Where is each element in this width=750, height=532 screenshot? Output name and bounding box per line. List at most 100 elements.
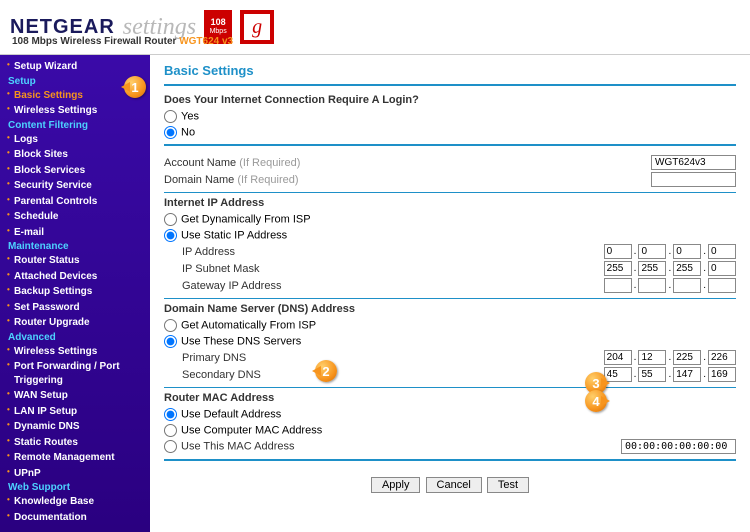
divider [164, 387, 736, 388]
nav-logs[interactable]: Logs [0, 132, 150, 148]
ip-oct-4[interactable] [708, 244, 736, 259]
subnet-oct-2[interactable] [638, 261, 666, 276]
domain-name-input[interactable] [651, 172, 736, 187]
subnet-oct-4[interactable] [708, 261, 736, 276]
pdns-oct-4[interactable] [708, 350, 736, 365]
mac-default-label[interactable]: Use Default Address [164, 408, 281, 421]
header-subtitle: 108 Mbps Wireless Firewall Router WGT624… [12, 36, 233, 47]
step-badge-4: 4 [585, 390, 607, 412]
ip-address-inputs: . . . [604, 244, 736, 259]
subnet-row: IP Subnet Mask . . . [164, 260, 736, 277]
dns-auto-label[interactable]: Get Automatically From ISP [164, 319, 316, 332]
primary-dns-inputs: . . . [604, 350, 736, 365]
g-letter: g [244, 14, 270, 40]
pdns-oct-1[interactable] [604, 350, 632, 365]
account-name-row: Account Name (If Required) [164, 154, 736, 171]
nav-knowledge-base[interactable]: Knowledge Base [0, 494, 150, 510]
nav-dynamic-dns[interactable]: Dynamic DNS [0, 419, 150, 435]
ip-dynamic-label[interactable]: Get Dynamically From ISP [164, 213, 311, 226]
mac-address-input[interactable] [621, 439, 736, 454]
login-yes-row: Yes [164, 108, 736, 124]
nav-set-password[interactable]: Set Password [0, 300, 150, 316]
nav-security-service[interactable]: Security Service [0, 178, 150, 194]
nav-remote-management[interactable]: Remote Management [0, 450, 150, 466]
login-yes-radio[interactable] [164, 110, 177, 123]
divider [164, 298, 736, 299]
button-row: Apply Cancel Test [164, 469, 736, 501]
subnet-inputs: . . . [604, 261, 736, 276]
secondary-dns-inputs: . . . [604, 367, 736, 382]
cancel-button[interactable]: Cancel [426, 477, 482, 493]
mac-computer-radio[interactable] [164, 424, 177, 437]
sdns-oct-3[interactable] [673, 367, 701, 382]
gateway-label: Gateway IP Address [182, 280, 604, 292]
nav-block-sites[interactable]: Block Sites [0, 147, 150, 163]
nav-wireless-settings[interactable]: Wireless Settings [0, 103, 150, 119]
ip-oct-2[interactable] [638, 244, 666, 259]
ip-oct-3[interactable] [673, 244, 701, 259]
mac-default-radio[interactable] [164, 408, 177, 421]
divider [164, 459, 736, 461]
nav-backup-settings[interactable]: Backup Settings [0, 284, 150, 300]
nav-static-routes[interactable]: Static Routes [0, 435, 150, 451]
mac-this-radio[interactable] [164, 440, 177, 453]
sidebar: Setup Wizard Setup Basic Settings Wirele… [0, 55, 150, 532]
nav-router-status[interactable]: Router Status [0, 253, 150, 269]
ip-oct-1[interactable] [604, 244, 632, 259]
dns-auto-radio[interactable] [164, 319, 177, 332]
primary-dns-label: Primary DNS [182, 352, 604, 364]
ip-address-label: IP Address [182, 246, 604, 258]
test-button[interactable]: Test [487, 477, 529, 493]
mac-computer-row: Use Computer MAC Address [164, 422, 736, 438]
mac-computer-label[interactable]: Use Computer MAC Address [164, 424, 322, 437]
nav-schedule[interactable]: Schedule [0, 209, 150, 225]
account-name-input[interactable] [651, 155, 736, 170]
gw-oct-4[interactable] [708, 278, 736, 293]
pdns-oct-3[interactable] [673, 350, 701, 365]
dns-use-radio[interactable] [164, 335, 177, 348]
nav-adv-wireless[interactable]: Wireless Settings [0, 344, 150, 360]
ip-dynamic-radio[interactable] [164, 213, 177, 226]
ip-static-radio[interactable] [164, 229, 177, 242]
mac-this-label[interactable]: Use This MAC Address [164, 440, 621, 453]
login-yes-label[interactable]: Yes [164, 110, 199, 123]
gw-oct-1[interactable] [604, 278, 632, 293]
ip-address-row: IP Address . . . [164, 243, 736, 260]
divider [164, 192, 736, 193]
nav-head-content-filtering: Content Filtering [0, 119, 150, 132]
login-no-label[interactable]: No [164, 126, 195, 139]
sdns-oct-2[interactable] [638, 367, 666, 382]
pdns-oct-2[interactable] [638, 350, 666, 365]
nav-email[interactable]: E-mail [0, 225, 150, 241]
logout-button[interactable]: Logout [0, 525, 150, 532]
apply-button[interactable]: Apply [371, 477, 421, 493]
secondary-dns-label: Secondary DNS [182, 369, 604, 381]
nav-attached-devices[interactable]: Attached Devices [0, 269, 150, 285]
subnet-label: IP Subnet Mask [182, 263, 604, 275]
dns-use-label[interactable]: Use These DNS Servers [164, 335, 301, 348]
nav-block-services[interactable]: Block Services [0, 163, 150, 179]
gateway-inputs: . . . [604, 278, 736, 293]
gw-oct-2[interactable] [638, 278, 666, 293]
ip-static-label[interactable]: Use Static IP Address [164, 229, 287, 242]
nav-setup-wizard[interactable]: Setup Wizard [0, 59, 150, 75]
mac-head: Router MAC Address [164, 392, 736, 404]
subnet-oct-3[interactable] [673, 261, 701, 276]
nav-parental-controls[interactable]: Parental Controls [0, 194, 150, 210]
nav-port-forwarding[interactable]: Port Forwarding / Port Triggering [0, 359, 150, 388]
page-title: Basic Settings [164, 63, 736, 78]
main-panel: Basic Settings Does Your Internet Connec… [150, 55, 750, 532]
mac-default-row: Use Default Address [164, 406, 736, 422]
gateway-row: Gateway IP Address . . . [164, 277, 736, 294]
internet-ip-head: Internet IP Address [164, 197, 736, 209]
nav-upnp[interactable]: UPnP [0, 466, 150, 482]
nav-router-upgrade[interactable]: Router Upgrade [0, 315, 150, 331]
nav-wan-setup[interactable]: WAN Setup [0, 388, 150, 404]
login-no-radio[interactable] [164, 126, 177, 139]
gw-oct-3[interactable] [673, 278, 701, 293]
ip-dynamic-row: Get Dynamically From ISP [164, 211, 736, 227]
nav-documentation[interactable]: Documentation [0, 510, 150, 526]
nav-lan-ip-setup[interactable]: LAN IP Setup [0, 404, 150, 420]
sdns-oct-4[interactable] [708, 367, 736, 382]
subnet-oct-1[interactable] [604, 261, 632, 276]
